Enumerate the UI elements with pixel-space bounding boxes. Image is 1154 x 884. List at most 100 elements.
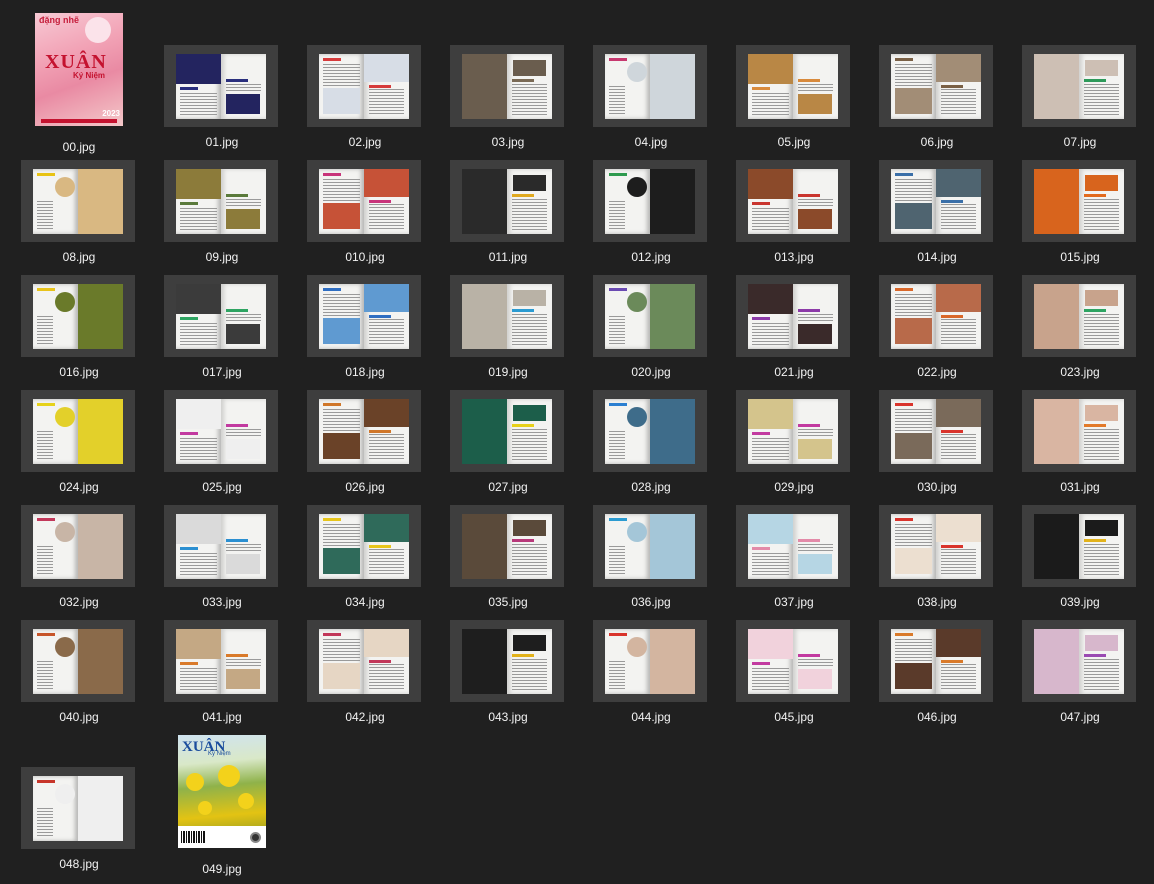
file-item[interactable]: 01.jpg	[157, 13, 287, 149]
file-item[interactable]: 015.jpg	[1015, 128, 1145, 264]
text-line	[37, 832, 53, 833]
file-item[interactable]: 04.jpg	[586, 13, 716, 149]
file-item[interactable]: 048.jpg	[14, 735, 144, 871]
file-item[interactable]: 042.jpg	[300, 588, 430, 724]
file-item[interactable]: 038.jpg	[872, 473, 1002, 609]
file-item[interactable]: 024.jpg	[14, 358, 144, 494]
file-item[interactable]: 025.jpg	[157, 358, 287, 494]
file-item[interactable]: 09.jpg	[157, 128, 287, 264]
page-image	[513, 60, 546, 76]
text-line	[323, 642, 360, 643]
file-item[interactable]: 013.jpg	[729, 128, 859, 264]
text-line	[180, 344, 217, 345]
file-name: 047.jpg	[1060, 710, 1100, 724]
text-line	[895, 73, 932, 74]
file-item[interactable]: 016.jpg	[14, 243, 144, 379]
text-line	[323, 430, 360, 431]
text-line	[37, 549, 53, 550]
page-image	[323, 203, 360, 229]
headline-accent	[752, 87, 770, 90]
text-line	[369, 673, 404, 674]
text-line	[369, 89, 404, 90]
file-item[interactable]: 033.jpg	[157, 473, 287, 609]
page-image	[748, 284, 793, 314]
file-item[interactable]: 045.jpg	[729, 588, 859, 724]
file-item[interactable]: 019.jpg	[443, 243, 573, 379]
headline-accent	[323, 58, 341, 61]
file-item-back-cover[interactable]: XUÂN Ký Niệm 049.jpg	[157, 735, 287, 876]
page-image	[513, 405, 546, 421]
file-item[interactable]: 023.jpg	[1015, 243, 1145, 379]
file-item[interactable]: 043.jpg	[443, 588, 573, 724]
file-item[interactable]: 035.jpg	[443, 473, 573, 609]
file-item[interactable]: 032.jpg	[14, 473, 144, 609]
left-page	[1034, 284, 1079, 349]
text-line	[37, 685, 53, 686]
file-item[interactable]: 02.jpg	[300, 13, 430, 149]
text-line	[226, 90, 261, 91]
page-image	[323, 663, 360, 689]
spread-thumbnail	[1022, 45, 1136, 127]
file-item[interactable]: 017.jpg	[157, 243, 287, 379]
file-item[interactable]: 06.jpg	[872, 13, 1002, 149]
file-item[interactable]: 027.jpg	[443, 358, 573, 494]
text-line	[752, 96, 789, 97]
text-line	[895, 85, 932, 86]
page-image	[650, 629, 695, 694]
page-image	[226, 94, 260, 114]
page-image	[650, 399, 695, 464]
file-item[interactable]: 046.jpg	[872, 588, 1002, 724]
text-line	[752, 450, 789, 451]
right-page	[793, 169, 838, 234]
text-line	[226, 429, 261, 430]
file-item[interactable]: 044.jpg	[586, 588, 716, 724]
file-item[interactable]: 03.jpg	[443, 13, 573, 149]
text-line	[895, 179, 932, 180]
left-page	[748, 169, 793, 234]
file-item[interactable]: 026.jpg	[300, 358, 430, 494]
file-item[interactable]: 020.jpg	[586, 243, 716, 379]
right-page	[221, 169, 266, 234]
headline-accent	[895, 288, 913, 291]
page-image	[226, 554, 260, 574]
file-item[interactable]: 021.jpg	[729, 243, 859, 379]
text-line	[180, 338, 217, 339]
text-line	[37, 455, 53, 456]
file-item[interactable]: 040.jpg	[14, 588, 144, 724]
file-item[interactable]: 018.jpg	[300, 243, 430, 379]
file-item[interactable]: 010.jpg	[300, 128, 430, 264]
text-line	[895, 651, 932, 652]
file-item-front-cover[interactable]: đặng nhẽ XUÂN Ký Niệm 2023 00.jpg	[14, 13, 144, 154]
file-item[interactable]: 022.jpg	[872, 243, 1002, 379]
text-line	[37, 811, 53, 812]
file-item[interactable]: 012.jpg	[586, 128, 716, 264]
text-line	[323, 297, 360, 298]
file-item[interactable]: 05.jpg	[729, 13, 859, 149]
text-line	[1084, 553, 1119, 554]
text-line	[37, 325, 53, 326]
file-item[interactable]: 031.jpg	[1015, 358, 1145, 494]
file-item[interactable]: 014.jpg	[872, 128, 1002, 264]
file-item[interactable]: 036.jpg	[586, 473, 716, 609]
page-image	[748, 514, 793, 544]
text-line	[369, 104, 404, 105]
spread-thumbnail	[450, 45, 564, 127]
text-line	[369, 558, 404, 559]
spread-thumbnail	[21, 767, 135, 849]
file-item[interactable]: 039.jpg	[1015, 473, 1145, 609]
file-item[interactable]: 028.jpg	[586, 358, 716, 494]
file-item[interactable]: 041.jpg	[157, 588, 287, 724]
page-image	[748, 54, 793, 84]
text-line	[895, 430, 932, 431]
text-line	[37, 452, 53, 453]
file-item[interactable]: 037.jpg	[729, 473, 859, 609]
file-item[interactable]: 030.jpg	[872, 358, 1002, 494]
text-line	[941, 343, 976, 344]
file-item[interactable]: 029.jpg	[729, 358, 859, 494]
file-item[interactable]: 047.jpg	[1015, 588, 1145, 724]
file-item[interactable]: 07.jpg	[1015, 13, 1145, 149]
file-item[interactable]: 08.jpg	[14, 128, 144, 264]
file-item[interactable]: 034.jpg	[300, 473, 430, 609]
text-line	[1084, 208, 1119, 209]
file-item[interactable]: 011.jpg	[443, 128, 573, 264]
